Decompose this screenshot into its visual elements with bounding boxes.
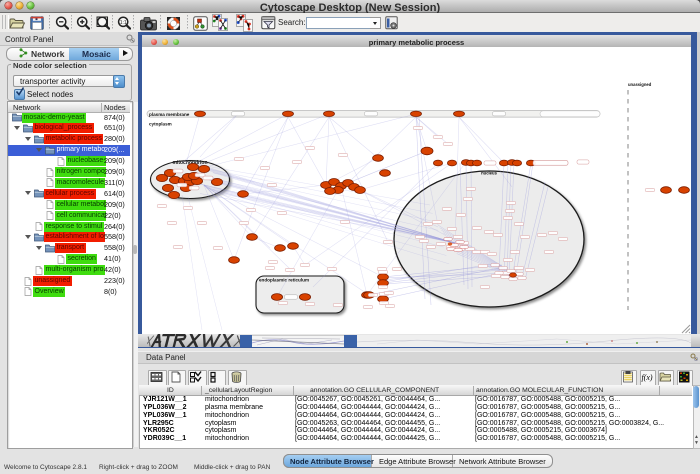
svg-text:nucleus: nucleus (481, 171, 497, 176)
svg-text:endoplasmic reticulum: endoplasmic reticulum (259, 278, 309, 283)
svg-text:f(x): f(x) (641, 373, 652, 382)
svg-text:cytoplasm: cytoplasm (149, 122, 172, 127)
svg-text:unassigned: unassigned (628, 82, 652, 87)
svg-text:plasma membrane: plasma membrane (149, 112, 190, 117)
